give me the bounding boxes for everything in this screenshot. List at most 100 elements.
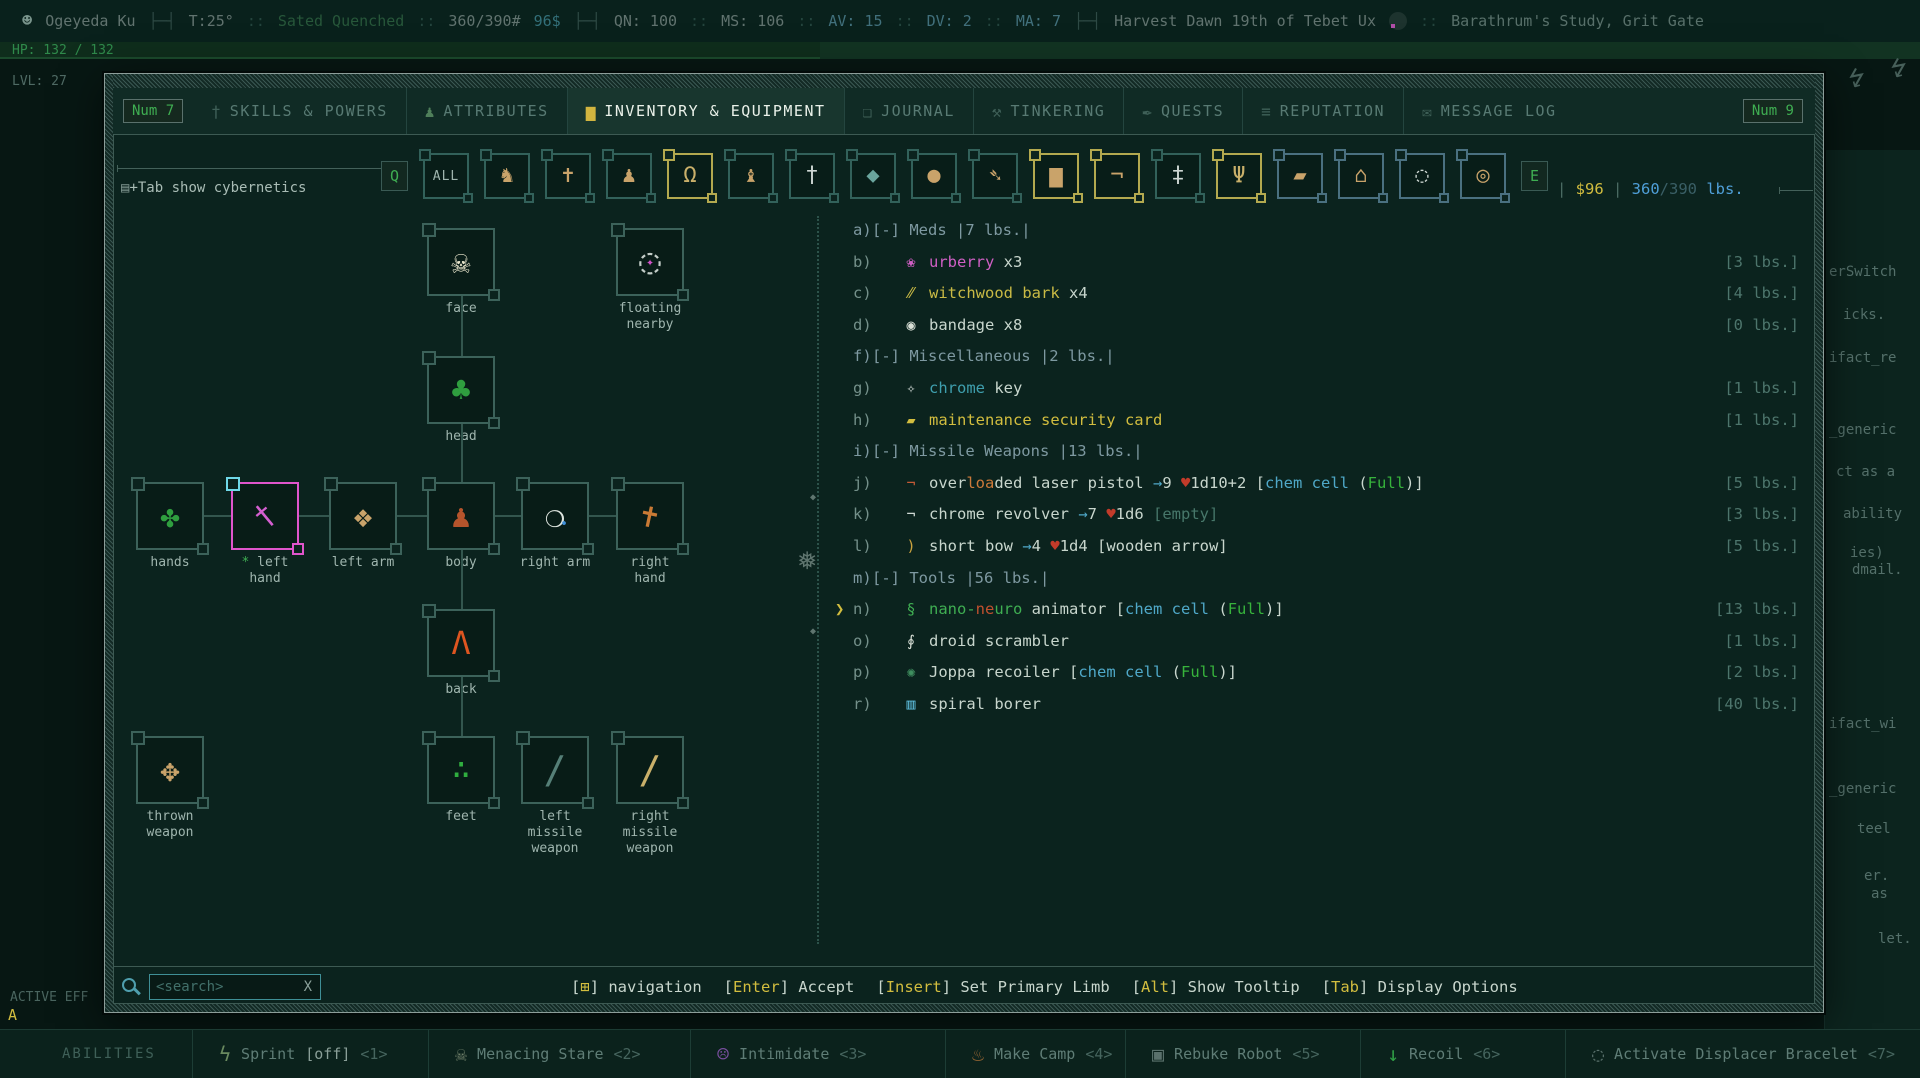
- slot-thrown-weapon[interactable]: ✥: [131, 731, 209, 809]
- filter-gem-icon[interactable]: ◆: [846, 149, 901, 203]
- item-name: droid scrambler: [929, 631, 1069, 650]
- inventory-item-row[interactable]: d) ◉ bandage x8 [0 lbs.]: [833, 310, 1809, 342]
- filter-creature-icon[interactable]: ♝: [724, 149, 779, 203]
- divider: ├─┤: [148, 12, 176, 30]
- item-weight: [40 lbs.]: [1715, 694, 1799, 713]
- slot-left-missile-weapon[interactable]: ∕: [516, 731, 594, 809]
- filter-pistol-icon[interactable]: ¬: [1090, 149, 1145, 203]
- inventory-category-row[interactable]: f) [-] Miscellaneous |2 lbs.|: [833, 341, 1809, 373]
- tab-attributes[interactable]: ♟ ATTRIBUTES: [405, 88, 567, 134]
- footer-divider: [114, 966, 1814, 967]
- slot-back[interactable]: Λ: [422, 604, 500, 682]
- ability-hotkey: <1>: [360, 1045, 388, 1063]
- bracelet-icon: ◌: [1592, 1042, 1605, 1066]
- inventory-item-row[interactable]: g) ✧ chrome key [1 lbs.]: [833, 373, 1809, 405]
- category-label: [-] Miscellaneous |2 lbs.|: [872, 347, 1115, 366]
- numpad-left-badge: Num 7: [123, 99, 184, 123]
- item-name: chrome key: [929, 378, 1023, 397]
- inventory-item-row[interactable]: r) ▥ spiral borer [40 lbs.]: [833, 689, 1809, 721]
- slot-right-missile-weapon[interactable]: ∕: [611, 731, 689, 809]
- slot-floating-nearby[interactable]: ◌ ✦: [611, 223, 689, 301]
- filter-hookah-icon[interactable]: Ψ: [1212, 149, 1267, 203]
- filter-sword-icon[interactable]: ‡: [1151, 149, 1206, 203]
- inventory-item-row[interactable]: o) ∮ droid scrambler [1 lbs.]: [833, 626, 1809, 658]
- navigation-keys-icon: ⊞: [580, 978, 590, 996]
- clear-search-button[interactable]: X: [296, 979, 320, 995]
- tab-reputation[interactable]: ≡ REPUTATION: [1242, 88, 1403, 134]
- inventory-item-row[interactable]: l)) short bow →4 ♥1d4 [wooden arrow] [5 lb…: [833, 531, 1809, 563]
- filter-blade-icon[interactable]: †: [785, 149, 840, 203]
- filter-ring-icon[interactable]: ◌: [1395, 149, 1450, 203]
- thrown-icon: ✥: [160, 751, 180, 789]
- ability-activate-displacer-bracelet[interactable]: ◌ Activate Displacer Bracelet <7>: [1565, 1030, 1920, 1078]
- inventory-category-row[interactable]: a) [-] Meds |7 lbs.|: [833, 215, 1809, 247]
- inventory-item-row[interactable]: j) ¬ overloaded laser pistol →9 ♥1d10+2 [c…: [833, 468, 1809, 500]
- tab-quests[interactable]: ✒ QUESTS: [1123, 88, 1242, 134]
- stat-ms: MS: 106: [721, 12, 785, 30]
- ability-sprint[interactable]: ϟ Sprint [off] <1>: [192, 1030, 428, 1078]
- ability-menacing-stare[interactable]: ☠ Menacing Stare <2>: [428, 1030, 690, 1078]
- tab-message-log[interactable]: ✉ MESSAGE LOG: [1403, 88, 1574, 134]
- slot-left-hand[interactable]: †: [226, 477, 304, 555]
- ability-hotkey: <2>: [613, 1045, 641, 1063]
- item-letter: m): [853, 568, 872, 587]
- slot-head[interactable]: ♣: [422, 351, 500, 429]
- inventory-category-row[interactable]: m) [-] Tools |56 lbs.|: [833, 563, 1809, 595]
- filter-orb-icon[interactable]: ●: [907, 149, 962, 203]
- slot-right-arm[interactable]: ❍ •: [516, 477, 594, 555]
- item-weight: [3 lbs.]: [1724, 252, 1799, 271]
- background-text-fragment: teel: [1857, 821, 1891, 837]
- ability-make-camp[interactable]: ♨ Make Camp <4>: [945, 1030, 1125, 1078]
- filter-jacket-icon[interactable]: ⌂: [1334, 149, 1389, 203]
- filter-amphora-icon[interactable]: Ω: [663, 149, 718, 203]
- tab-journal[interactable]: ❏ JOURNAL: [843, 88, 973, 134]
- item-letter: r): [853, 694, 872, 713]
- inventory-item-row[interactable]: b) ❀ urberry x3 [3 lbs.]: [833, 247, 1809, 279]
- boots-icon: ∴: [451, 752, 471, 787]
- spark-icon: ✦: [646, 254, 654, 270]
- background-text-fragment: dmail.: [1852, 562, 1903, 578]
- ability-rebuke-robot[interactable]: ▣ Rebuke Robot <5>: [1125, 1030, 1360, 1078]
- tab-inventory-equipment[interactable]: ▆ INVENTORY & EQUIPMENT: [566, 88, 844, 134]
- key-label: Insert: [885, 978, 942, 996]
- window-border: [105, 74, 113, 1012]
- tab-label: JOURNAL: [881, 102, 955, 120]
- tab-skills-powers[interactable]: † SKILLS & POWERS: [193, 88, 406, 134]
- inventory-category-row[interactable]: i) [-] Missile Weapons |13 lbs.|: [833, 436, 1809, 468]
- slot-label-body: body: [445, 555, 477, 570]
- search-input[interactable]: [150, 979, 296, 995]
- tab-tinkering[interactable]: ⚒ TINKERING: [972, 88, 1123, 134]
- filter-corpse-icon[interactable]: ♞: [480, 149, 535, 203]
- filter-figurine-icon[interactable]: ♟: [602, 149, 657, 203]
- filter-card-icon[interactable]: ▰: [1273, 149, 1328, 203]
- skull-icon: ☠: [455, 1042, 468, 1066]
- filter-chest-icon[interactable]: ▆: [1029, 149, 1084, 203]
- inventory-item-row[interactable]: k) ¬ chrome revolver →7 ♥1d6 [empty] [3 lbs…: [833, 499, 1809, 531]
- slot-feet[interactable]: ∴: [422, 731, 500, 809]
- ability-intimidate[interactable]: ☹ Intimidate <3>: [690, 1030, 945, 1078]
- ability-recoil[interactable]: ↓ Recoil <6>: [1360, 1030, 1565, 1078]
- slot-left-arm[interactable]: ❖: [324, 477, 402, 555]
- tab-label: MESSAGE LOG: [1440, 102, 1557, 120]
- inventory-item-row[interactable]: p) ✺ Joppa recoiler [chem cell (Full)] [2 l…: [833, 657, 1809, 689]
- filter-torch-icon[interactable]: ✝: [541, 149, 596, 203]
- recoiler-icon: ✺: [906, 663, 916, 682]
- filter-coil-icon[interactable]: ◎: [1456, 149, 1511, 203]
- item-name: overloaded laser pistol →9 ♥1d10+2 [chem…: [929, 473, 1424, 492]
- inventory-item-row[interactable]: ❯ n) § nano-neuro animator [chem cell (Full…: [833, 594, 1809, 626]
- hp-value: HP: 132 / 132: [12, 43, 114, 58]
- slot-right-hand[interactable]: ✝: [611, 477, 689, 555]
- key-hint: [⊞] navigation: [571, 978, 702, 996]
- ability-name: Rebuke Robot: [1174, 1045, 1283, 1063]
- slot-face[interactable]: ☠: [422, 223, 500, 301]
- connector-line: [204, 515, 231, 517]
- chest-icon: ▆: [1049, 163, 1063, 188]
- key-hint: [Tab] Display Options: [1321, 978, 1518, 996]
- inventory-item-row[interactable]: c) ⁄⁄ witchwood bark x4 [4 lbs.]: [833, 278, 1809, 310]
- filter-all[interactable]: ALL: [419, 149, 474, 203]
- background-text-fragment: ct as a: [1836, 464, 1896, 480]
- slot-hands[interactable]: ✤: [131, 477, 209, 555]
- filter-needle-icon[interactable]: ➴: [968, 149, 1023, 203]
- slot-body[interactable]: ♟: [422, 477, 500, 555]
- inventory-item-row[interactable]: h) ▰ maintenance security card [1 lbs.]: [833, 405, 1809, 437]
